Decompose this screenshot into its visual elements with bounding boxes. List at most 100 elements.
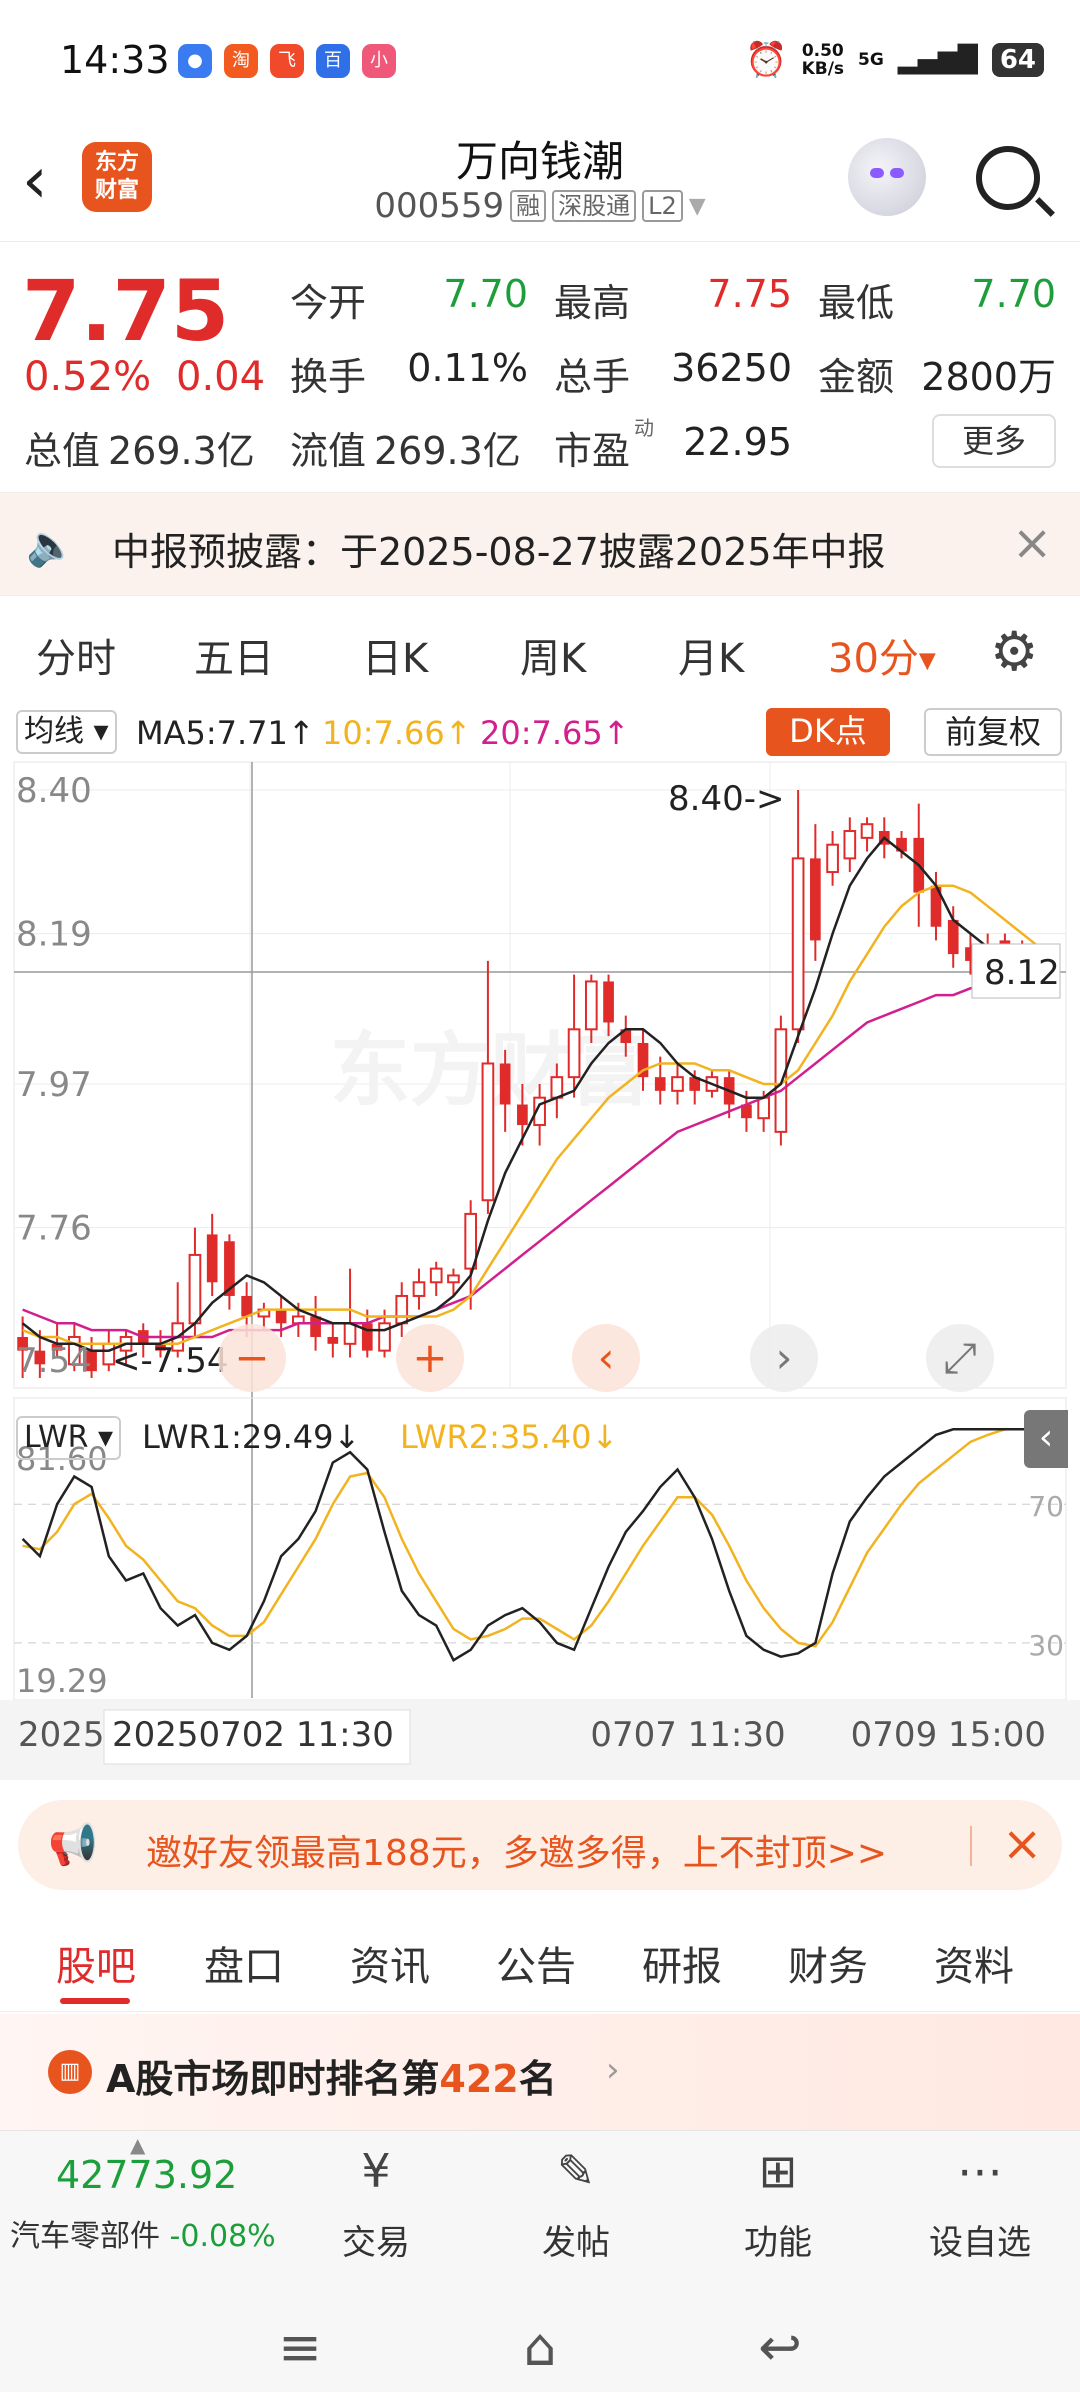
change-percent: 0.52%	[24, 354, 152, 400]
ma5-value: MA5:7.71↑	[136, 714, 315, 752]
turnover-value: 0.11%	[407, 346, 528, 390]
adjust-button[interactable]: 前复权	[924, 708, 1062, 756]
candle-body-down	[206, 1234, 218, 1283]
open-label: 今开	[290, 281, 367, 325]
tag-margin: 融	[510, 190, 547, 222]
dk-point-button[interactable]: DK点	[766, 708, 890, 756]
candle-body-down	[275, 1309, 287, 1324]
high-annotation: 8.40->	[668, 779, 784, 819]
quote-panel: 7.75 0.52% 0.04 今开 7.70 最高 7.75 最低 7.70 …	[0, 242, 1080, 492]
lwr-indicator-row: LWR ▾ LWR1:29.49↓ LWR2:35.40↓ ‹	[0, 1410, 1080, 1468]
candle-body-down	[517, 1104, 528, 1126]
x-crosshair-label: 20250702 11:30	[112, 1715, 394, 1755]
tab-monthly-k[interactable]: 月K	[678, 626, 744, 684]
notification-app-icons: ● 淘 飞 百 小	[178, 44, 396, 78]
tab-30min[interactable]: 30分▼	[828, 626, 936, 684]
amount-value: 2800万	[921, 355, 1056, 399]
tab-weekly-k[interactable]: 周K	[520, 626, 586, 684]
candle-body-up	[429, 1267, 443, 1284]
fullscreen-button-glyph: ⤢	[943, 1333, 977, 1382]
current-price: 7.75	[22, 262, 230, 360]
system-nav-bar: ≡ ⌂ ↩	[0, 2301, 1080, 2392]
tab-finance[interactable]: 财务	[788, 1934, 868, 1992]
add-watchlist-button[interactable]: ⋯ 设自选	[900, 2141, 1060, 2271]
lwr1-value: LWR1:29.49↓	[142, 1418, 361, 1456]
x-tick-label: 0709 15:00	[851, 1715, 1046, 1755]
post-button[interactable]: ✎ 发帖	[496, 2141, 656, 2271]
y-tick-label: 7.97	[16, 1065, 92, 1105]
close-icon[interactable]: ×	[1002, 1816, 1042, 1872]
assistant-robot-icon[interactable]	[848, 138, 926, 216]
lwr-guide-label: 30	[1028, 1629, 1064, 1662]
tab-five-day[interactable]: 五日	[194, 626, 274, 684]
volume-label: 总手	[554, 355, 631, 399]
grid-icon: ⊞	[758, 2144, 798, 2198]
candle-body-down	[327, 1336, 339, 1344]
candle-body-up	[188, 1253, 202, 1325]
menu-icon[interactable]: ≡	[260, 2313, 340, 2383]
promo-text: 邀好友领最高188元，多邀多得，上不封顶>>	[146, 1833, 888, 1874]
speaker-icon: 🔈	[26, 523, 76, 569]
home-icon[interactable]: ⌂	[500, 2313, 580, 2383]
tab-daily-k[interactable]: 日K	[362, 626, 428, 684]
candle-body-up	[481, 1062, 495, 1202]
robot-eye	[870, 168, 884, 178]
caret-down-icon: ▼	[918, 648, 936, 674]
candle-body-up	[567, 1028, 581, 1079]
tab-pankou[interactable]: 盘口	[204, 1934, 284, 1992]
chevron-down-icon: ▼	[688, 193, 706, 219]
candle-body-down	[241, 1295, 252, 1317]
back-nav-icon[interactable]: ↩	[740, 2313, 820, 2383]
prev-button-glyph: ‹	[598, 1333, 615, 1382]
notice-text: 中报预披露：于2025-08-27披露2025年中报	[112, 530, 886, 574]
trade-button[interactable]: ¥ 交易	[296, 2141, 456, 2271]
open-value: 7.70	[443, 272, 528, 316]
low-annotation: <-7.54	[112, 1341, 228, 1381]
candle-body-up	[395, 1294, 409, 1325]
tab-profile[interactable]: 资料	[934, 1934, 1014, 1992]
ma-select[interactable]: 均线 ▾	[16, 710, 117, 754]
divider	[970, 1826, 972, 1866]
zoom-out-button-glyph: −	[234, 1333, 269, 1382]
pe-label: 市盈	[554, 429, 631, 473]
tab-announcements[interactable]: 公告	[496, 1934, 576, 1992]
search-icon[interactable]	[976, 146, 1040, 210]
functions-button[interactable]: ⊞ 功能	[698, 2141, 858, 2271]
high-value: 7.75	[707, 272, 792, 316]
float-value: 269.3亿	[374, 429, 521, 473]
y-tick-label: 8.19	[16, 915, 92, 955]
gear-icon[interactable]: ⚙	[990, 624, 1046, 680]
tab-guba[interactable]: 股吧	[56, 1934, 136, 1992]
candle-body-down	[947, 919, 959, 955]
candle-body-up	[550, 1076, 564, 1099]
lwr-tick-label: 19.29	[16, 1662, 108, 1700]
candle-body-up	[343, 1322, 357, 1345]
collapse-panel-button[interactable]: ‹	[1024, 1410, 1068, 1468]
edit-icon: ✎	[556, 2144, 596, 2198]
kline-svg[interactable]: 东方财富 8.408.197.977.767.54 8.40-><-7.548.…	[0, 758, 1080, 1780]
high-label: 最高	[554, 281, 631, 325]
rank-banner[interactable]: ▥ A股市场即时排名第422名 ›	[0, 2014, 1080, 2130]
close-icon[interactable]: ×	[1012, 515, 1052, 571]
browser-app-icon: ●	[178, 44, 212, 78]
stock-header: ‹ 东方 财富 万向钱潮 000559 融 深股通 L2 ▼	[0, 120, 1080, 242]
lwr2-value: LWR2:35.40↓	[400, 1418, 619, 1456]
more-button[interactable]: 更多	[932, 414, 1056, 468]
tab-research[interactable]: 研报	[642, 1934, 722, 1992]
rank-text: A股市场即时排名第422名	[106, 2057, 557, 2101]
status-bar: 14:33 ● 淘 飞 百 小 ⏰ 0.50 KB/s 5G ▂▄▆█ 64	[0, 0, 1080, 130]
chevron-right-icon: ›	[606, 2050, 620, 2090]
lwr-select[interactable]: LWR ▾	[16, 1416, 122, 1460]
period-tabs: 分时 五日 日K 周K 月K 30分▼ ⚙	[0, 600, 1080, 700]
index-name: 汽车零部件 -0.08%	[10, 2219, 276, 2254]
notice-bar[interactable]: 🔈 中报预披露：于2025-08-27披露2025年中报 ×	[0, 492, 1080, 596]
turnover-label: 换手	[290, 355, 367, 399]
promo-banner[interactable]: 📢 邀好友领最高188元，多邀多得，上不封顶>> ×	[18, 1800, 1062, 1890]
last-price-label: 8.12	[984, 953, 1060, 993]
signal-5g: 5G	[858, 50, 884, 70]
stock-code: 000559	[374, 186, 505, 226]
feishu-app-icon: 飞	[270, 44, 304, 78]
kline-chart[interactable]: 东方财富 8.408.197.977.767.54 8.40-><-7.548.…	[0, 758, 1080, 1780]
tab-news[interactable]: 资讯	[350, 1934, 430, 1992]
tab-intraday[interactable]: 分时	[36, 626, 116, 684]
